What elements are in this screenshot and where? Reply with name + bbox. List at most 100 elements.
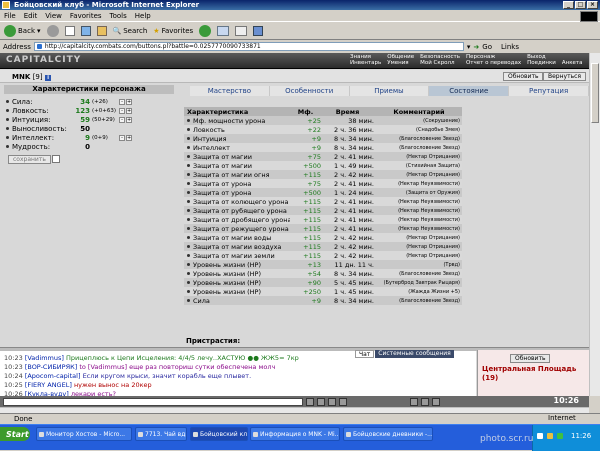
chat-time[interactable]: 10:24 xyxy=(4,372,23,380)
links-button[interactable]: Links xyxy=(501,43,519,51)
chat-nick[interactable]: [Vadimmus] xyxy=(25,354,64,362)
effect-name: Интеллект xyxy=(184,144,290,152)
messenger-icon[interactable] xyxy=(557,433,563,439)
taskbar-task[interactable]: Бойцовские дневники -... xyxy=(343,427,433,441)
tab-4[interactable]: Репутация xyxy=(509,86,589,96)
game-menu-item[interactable]: Отчет о переводах xyxy=(466,60,521,66)
go-button[interactable]: Go xyxy=(482,43,492,51)
chat-time[interactable]: 10:25 xyxy=(4,381,23,389)
increase-stat-button[interactable]: + xyxy=(126,107,132,114)
decrease-stat-button[interactable]: - xyxy=(119,98,125,105)
chat-input[interactable] xyxy=(3,397,303,406)
game-menu-item[interactable]: Анкета xyxy=(562,60,583,66)
tab-2[interactable]: Приемы xyxy=(349,86,430,96)
effect-time: 2 ч. 41 мин. xyxy=(334,224,374,233)
back-button[interactable]: Back ▾ xyxy=(4,25,41,37)
volume-icon[interactable] xyxy=(547,433,553,439)
increase-stat-button[interactable]: + xyxy=(126,98,132,105)
refresh-game-button[interactable]: Обновить xyxy=(503,72,544,81)
decrease-stat-button[interactable]: - xyxy=(119,116,125,123)
taskbar-task[interactable]: Информация о MNK - Mi... xyxy=(250,427,340,441)
save-checkbox[interactable] xyxy=(52,155,60,163)
taskbar-task[interactable]: Монитор Хостов - Micro... xyxy=(36,427,132,441)
taskbar-task[interactable]: Бойцовский клуб - Mi... xyxy=(190,427,248,441)
game-menu-item[interactable]: Умения xyxy=(387,60,414,66)
forward-button[interactable] xyxy=(46,25,59,37)
minimize-button[interactable]: _ xyxy=(563,1,574,9)
game-menu-item[interactable]: Мой Скролл xyxy=(420,60,460,66)
filter-button[interactable] xyxy=(339,397,347,406)
taskbar-clock[interactable]: 11:26 xyxy=(571,432,591,440)
effect-modifier: +9 xyxy=(311,296,321,305)
start-button[interactable]: Start xyxy=(0,427,30,441)
game-menu-item[interactable]: Поединки xyxy=(527,60,556,66)
tab-3[interactable]: Состояние xyxy=(429,86,510,96)
edit-button[interactable] xyxy=(253,26,264,36)
chat-time[interactable]: 10:23 xyxy=(4,354,23,362)
taskbar-task[interactable]: 7713. Чай вдвоем - Ты ... xyxy=(135,427,187,441)
home-button[interactable] xyxy=(96,26,107,36)
table-row: Защита от режущего урона +115 2 ч. 41 мин.… xyxy=(184,224,462,233)
increase-stat-button[interactable]: + xyxy=(126,134,132,141)
sound-button[interactable] xyxy=(410,397,418,406)
effect-modifier: +75 xyxy=(307,152,321,161)
network-icon[interactable] xyxy=(537,433,543,439)
effect-modifier: +9 xyxy=(311,143,321,152)
tab-1[interactable]: Особенности xyxy=(269,86,350,96)
scrollbar-thumb[interactable] xyxy=(591,63,599,123)
media-button[interactable] xyxy=(199,25,212,37)
info-icon[interactable]: i xyxy=(45,75,52,81)
column-header: Комментарий xyxy=(393,107,445,116)
save-stats-button[interactable]: сохранить xyxy=(8,155,51,164)
smiles-button[interactable] xyxy=(328,397,336,406)
increase-stat-button[interactable]: + xyxy=(126,116,132,123)
chat-time[interactable]: 10:23 xyxy=(4,363,23,371)
effect-modifier: +250 xyxy=(303,287,321,296)
location-refresh-button[interactable]: Обновить xyxy=(510,354,551,363)
refresh-button[interactable] xyxy=(80,26,91,36)
vertical-scrollbar[interactable] xyxy=(589,53,600,396)
game-menu-item[interactable]: Инвентарь xyxy=(350,60,381,66)
stop-button[interactable] xyxy=(64,26,75,36)
tab-0[interactable]: Мастерство xyxy=(190,86,270,96)
menu-file[interactable]: File xyxy=(4,12,16,20)
return-button[interactable]: Вернуться xyxy=(543,72,587,81)
chat-tab[interactable]: Системные сообщения xyxy=(375,350,454,358)
close-button[interactable]: × xyxy=(587,1,598,9)
send-button[interactable] xyxy=(306,397,314,406)
table-row: Защита от рубящего урона +115 2 ч. 41 мин.… xyxy=(184,206,462,215)
location-name[interactable]: Центральная Площадь xyxy=(482,365,576,373)
menu-tools[interactable]: Tools xyxy=(110,12,127,20)
search-button[interactable]: 🔍 Search xyxy=(113,27,148,35)
chat-nick[interactable]: [Apocom-capital] xyxy=(25,372,81,380)
menu-help[interactable]: Help xyxy=(135,12,151,20)
menu-bar: File Edit View Favorites Tools Help xyxy=(0,11,600,22)
stat-label: Мудрость: xyxy=(12,142,51,151)
effect-name: Сила xyxy=(184,297,290,305)
table-row: Защита от дробящего урона +115 2 ч. 41 мин… xyxy=(184,215,462,224)
table-row: Защита от колющего урона +115 2 ч. 41 мин.… xyxy=(184,197,462,206)
favorites-button[interactable]: ★ Favorites xyxy=(153,27,193,35)
stat-value: 9 xyxy=(85,133,90,142)
chat-nick[interactable]: [FIERY ANGEL] xyxy=(25,381,72,389)
maximize-button[interactable]: □ xyxy=(575,1,586,9)
chat-nick[interactable]: [BOP-СИБИРЯК] xyxy=(25,363,77,371)
address-dropdown[interactable]: ▾ xyxy=(467,43,471,51)
menu-favorites[interactable]: Favorites xyxy=(70,12,102,20)
print-button[interactable] xyxy=(235,26,248,36)
table-row: Защита от урона +500 1 ч. 24 мин. (Защита о… xyxy=(184,188,462,197)
decrease-stat-button[interactable]: - xyxy=(119,107,125,114)
mail-button[interactable] xyxy=(217,26,230,36)
address-input[interactable]: http://capitalcity.combats.com/buttons.p… xyxy=(33,42,464,51)
clear-button[interactable] xyxy=(317,397,325,406)
decrease-stat-button[interactable]: - xyxy=(119,134,125,141)
scroll-button[interactable] xyxy=(421,397,429,406)
window-title-bar[interactable]: Бойцовский клуб - Microsoft Internet Exp… xyxy=(0,0,600,10)
menu-edit[interactable]: Edit xyxy=(24,12,38,20)
settings-button[interactable] xyxy=(432,397,440,406)
address-label: Address xyxy=(3,42,31,51)
bullet-icon xyxy=(6,136,9,139)
character-name[interactable]: MNK [9] i xyxy=(12,73,52,81)
menu-view[interactable]: View xyxy=(45,12,62,20)
chat-tab[interactable]: Чат xyxy=(355,350,375,358)
